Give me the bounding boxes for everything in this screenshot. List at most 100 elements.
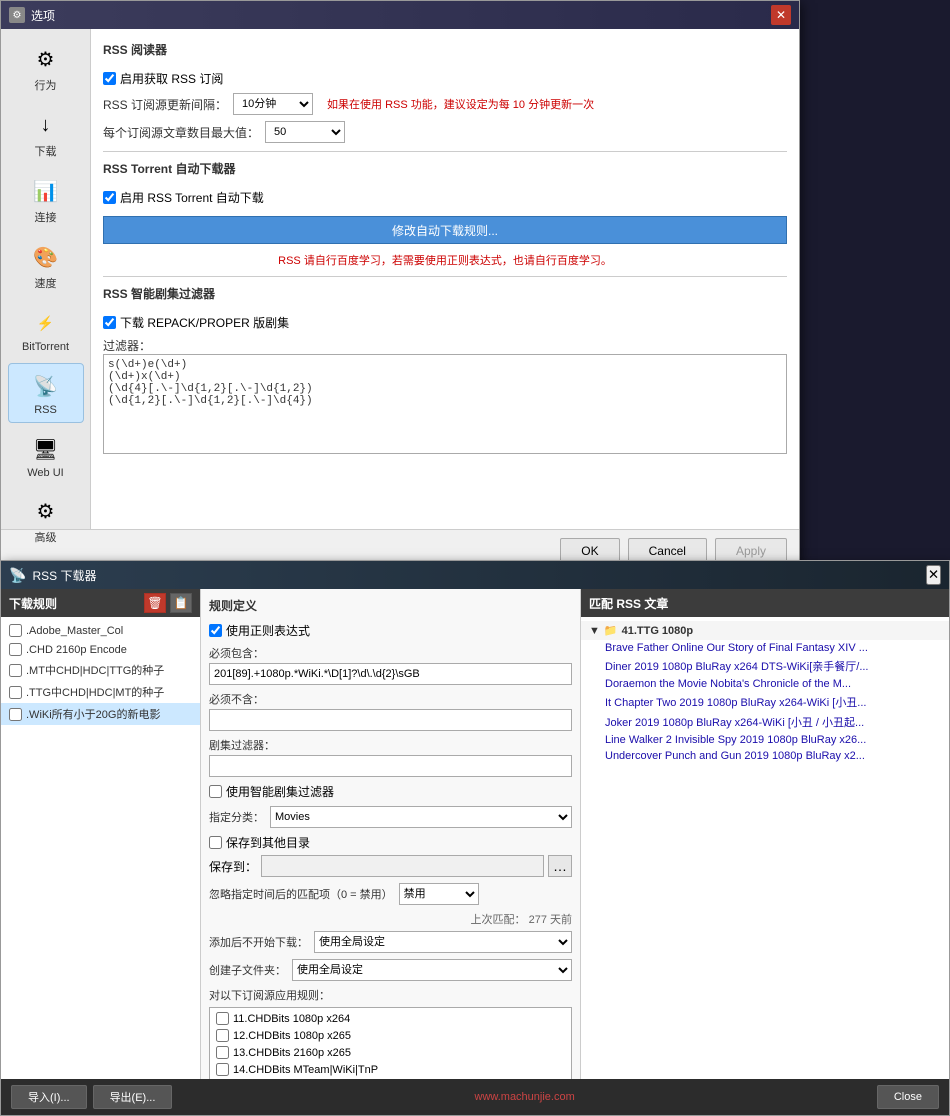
sidebar-label-rss: RSS <box>34 404 57 416</box>
smart-filter-label[interactable]: 使用智能剧集过滤器 <box>209 783 334 800</box>
sidebar-item-connection[interactable]: 📊 连接 <box>8 169 84 231</box>
expand-icon: ▼ <box>589 625 600 637</box>
must-not-contain-input[interactable] <box>209 709 572 731</box>
create-subfolder-select[interactable]: 使用全局设定 是 否 <box>292 959 572 981</box>
rss-dialog-body: 下载规则 🗑 📋 .Adobe_Master_Col .CHD 2160p En… <box>1 589 949 1079</box>
rule-checkbox-ttg[interactable] <box>9 686 22 699</box>
sub-checkbox-3[interactable] <box>216 1046 229 1059</box>
category-select[interactable]: Movies TV Anime <box>270 806 572 828</box>
ignore-select[interactable]: 禁用 1天 7天 <box>399 883 479 905</box>
article-group-header-ttg[interactable]: ▼ 📁 41.TTG 1080p <box>581 621 949 640</box>
sub-item-4[interactable]: 14.CHDBits MTeam|WiKi|TnP <box>212 1061 569 1078</box>
sub-item-2[interactable]: 12.CHDBits 1080p x265 <box>212 1027 569 1044</box>
sidebar-item-advanced[interactable]: ⚙ 高级 <box>8 489 84 551</box>
sidebar-item-rss[interactable]: 📡 RSS <box>8 363 84 423</box>
article-group-ttg: ▼ 📁 41.TTG 1080p Brave Father Online Our… <box>581 621 949 764</box>
create-subfolder-row: 创建子文件夹： 使用全局设定 是 否 <box>209 959 572 981</box>
category-label: 指定分类： <box>209 809 264 825</box>
rule-checkbox-mt[interactable] <box>9 664 22 677</box>
download-repack-row: 下载 REPACK/PROPER 版剧集 <box>103 314 787 331</box>
rss-articles-list: ▼ 📁 41.TTG 1080p Brave Father Online Our… <box>581 617 949 1079</box>
article-item-5[interactable]: Joker 2019 1080p BluRay x264-WiKi [小丑 / … <box>581 712 949 732</box>
article-item-1[interactable]: Brave Father Online Our Story of Final F… <box>581 640 949 656</box>
browse-button[interactable]: … <box>548 855 572 877</box>
export-button[interactable]: 导出(E)... <box>93 1085 173 1109</box>
rule-item-mt[interactable]: .MT中CHD|HDC|TTG的种子 <box>1 659 200 681</box>
sidebar-item-webui[interactable]: 🖥 Web UI <box>8 427 84 485</box>
episode-filter-input[interactable] <box>209 755 572 777</box>
sub-item-1[interactable]: 11.CHDBits 1080p x264 <box>212 1010 569 1027</box>
delete-rule-button[interactable]: 🗑 <box>144 593 166 613</box>
enable-torrent-checkbox-label[interactable]: 启用 RSS Torrent 自动下载 <box>103 189 264 206</box>
rule-checkbox-chd[interactable] <box>9 643 22 656</box>
article-item-6[interactable]: Line Walker 2 Invisible Spy 2019 1080p B… <box>581 732 949 748</box>
article-item-3[interactable]: Doraemon the Movie Nobita's Chronicle of… <box>581 676 949 692</box>
rule-item-wiki[interactable]: .WiKi所有小于20G的新电影 <box>1 703 200 725</box>
ignore-label: 忽略指定时间后的匹配项（0 = 禁用） <box>209 886 393 902</box>
must-contain-input[interactable]: 201[89].+1080p.*WiKi.*\D[1]?\d\.\d{2}\sG… <box>209 663 572 685</box>
use-regex-label[interactable]: 使用正则表达式 <box>209 622 310 639</box>
edit-rules-button[interactable]: 修改自动下载规则... <box>103 216 787 244</box>
options-sidebar: ⚙ 行为 ↓ 下载 📊 连接 🎨 速度 ⚡ BitTorrent 📡 RSS <box>1 29 91 529</box>
max-articles-select[interactable]: 50 100 200 <box>265 121 345 143</box>
article-group-label-ttg: 41.TTG 1080p <box>622 625 694 637</box>
rules-icon-buttons: 🗑 📋 <box>144 593 192 613</box>
rule-label-ttg: .TTG中CHD|HDC|MT的种子 <box>26 684 164 700</box>
sidebar-label-webui: Web UI <box>27 467 63 479</box>
sidebar-label-download: 下载 <box>35 143 57 159</box>
article-item-4[interactable]: It Chapter Two 2019 1080p BluRay x264-Wi… <box>581 692 949 712</box>
options-close-button[interactable]: ✕ <box>771 5 791 25</box>
bittorrent-icon: ⚡ <box>30 307 62 339</box>
save-to-label: 保存到： <box>209 858 257 875</box>
sidebar-item-download[interactable]: ↓ 下载 <box>8 103 84 165</box>
sidebar-item-bittorrent[interactable]: ⚡ BitTorrent <box>8 301 84 359</box>
category-row: 指定分类： Movies TV Anime <box>209 806 572 828</box>
use-regex-text: 使用正则表达式 <box>226 622 310 639</box>
rss-dialog-close-button[interactable]: ✕ <box>926 565 941 585</box>
options-dialog: ⚙ 选项 ✕ ⚙ 行为 ↓ 下载 📊 连接 🎨 速度 ⚡ <box>0 0 800 573</box>
article-item-7[interactable]: Undercover Punch and Gun 2019 1080p BluR… <box>581 748 949 764</box>
enable-torrent-checkbox[interactable] <box>103 191 116 204</box>
filter-label: 过滤器： <box>103 337 787 354</box>
save-to-input[interactable] <box>261 855 544 877</box>
max-articles-label: 每个订阅源文章数目最大值： <box>103 124 259 141</box>
refresh-interval-select[interactable]: 10分钟 5分钟 15分钟 30分钟 <box>233 93 313 115</box>
download-repack-label: 下载 REPACK/PROPER 版剧集 <box>120 314 289 331</box>
enable-rss-checkbox-label[interactable]: 启用获取 RSS 订阅 <box>103 70 223 87</box>
rule-item-ttg[interactable]: .TTG中CHD|HDC|MT的种子 <box>1 681 200 703</box>
download-repack-checkbox-label[interactable]: 下载 REPACK/PROPER 版剧集 <box>103 314 289 331</box>
enable-rss-checkbox[interactable] <box>103 72 116 85</box>
sub-checkbox-4[interactable] <box>216 1063 229 1076</box>
download-repack-checkbox[interactable] <box>103 316 116 329</box>
save-elsewhere-label[interactable]: 保存到其他目录 <box>209 834 310 851</box>
filter-textarea[interactable]: s(\d+)e(\d+) (\d+)x(\d+) (\d{4}[.\-]\d{1… <box>103 354 787 454</box>
rss-middle-panel: 规则定义 使用正则表达式 必须包含： 201[89].+1080p.*WiKi.… <box>201 589 581 1079</box>
sidebar-item-speed[interactable]: 🎨 速度 <box>8 235 84 297</box>
use-regex-checkbox[interactable] <box>209 624 222 637</box>
rule-checkbox-adobe[interactable] <box>9 624 22 637</box>
smart-filter-checkbox[interactable] <box>209 785 222 798</box>
sub-item-3[interactable]: 13.CHDBits 2160p x265 <box>212 1044 569 1061</box>
sub-checkbox-2[interactable] <box>216 1029 229 1042</box>
rule-checkbox-wiki[interactable] <box>9 708 22 721</box>
rss-close-button[interactable]: Close <box>877 1085 939 1109</box>
rule-list: .Adobe_Master_Col .CHD 2160p Encode .MT中… <box>1 617 200 1079</box>
copy-rule-button[interactable]: 📋 <box>170 593 192 613</box>
rule-label-mt: .MT中CHD|HDC|TTG的种子 <box>26 662 164 678</box>
rule-item-adobe[interactable]: .Adobe_Master_Col <box>1 621 200 640</box>
sub-checkbox-1[interactable] <box>216 1012 229 1025</box>
article-item-2[interactable]: Diner 2019 1080p BluRay x264 DTS-WiKi[亲手… <box>581 656 949 676</box>
save-elsewhere-checkbox[interactable] <box>209 836 222 849</box>
enable-torrent-row: 启用 RSS Torrent 自动下载 <box>103 189 787 206</box>
use-regex-row: 使用正则表达式 <box>209 622 572 639</box>
import-button[interactable]: 导入(I)... <box>11 1085 87 1109</box>
options-title-text: 选项 <box>31 7 55 24</box>
rule-item-chd[interactable]: .CHD 2160p Encode <box>1 640 200 659</box>
sidebar-item-behavior[interactable]: ⚙ 行为 <box>8 37 84 99</box>
save-to-row: 保存到： … <box>209 855 572 877</box>
rss-dialog-icon: 📡 <box>9 567 26 584</box>
sub-label-4: 14.CHDBits MTeam|WiKi|TnP <box>233 1064 378 1076</box>
sidebar-label-advanced: 高级 <box>35 529 57 545</box>
separator-2 <box>103 276 787 277</box>
add-paused-select[interactable]: 使用全局设定 是 否 <box>314 931 572 953</box>
